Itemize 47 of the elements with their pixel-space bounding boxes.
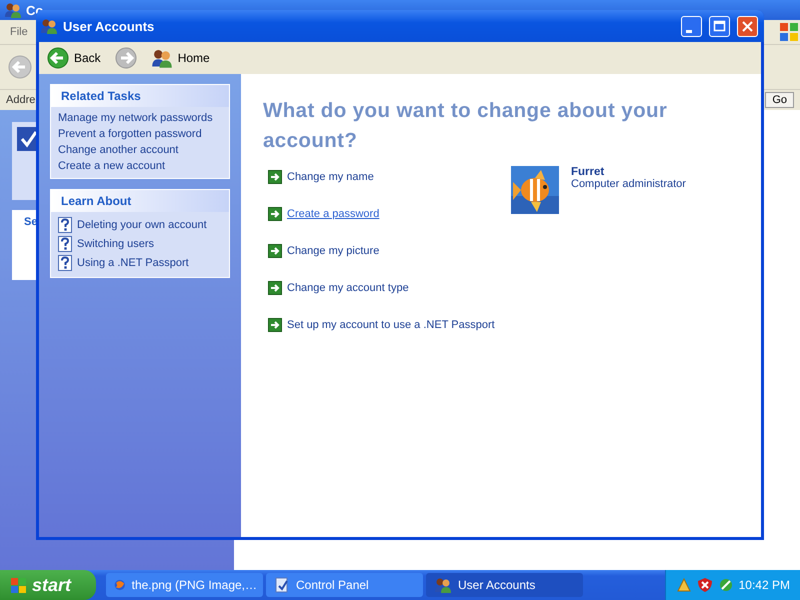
panel-link[interactable]: Prevent a forgotten password	[58, 128, 202, 140]
security-shield-icon	[696, 577, 713, 593]
panel-link[interactable]: Create a new account	[58, 160, 166, 172]
maximize-button[interactable]	[709, 16, 730, 36]
help-icon	[58, 255, 72, 271]
home-button[interactable]: Home	[146, 46, 214, 70]
browser-icon	[114, 577, 126, 593]
windows-logo-icon	[778, 21, 800, 43]
tray-icon	[676, 577, 692, 593]
task-link[interactable]: Change my name	[287, 171, 374, 183]
back-button[interactable]: Back	[43, 45, 105, 71]
taskbar-button[interactable]: the.png (PNG Image,…	[106, 573, 263, 597]
task-link[interactable]: Set up my account to use a .NET Passport	[287, 319, 495, 331]
close-icon	[740, 18, 755, 34]
arrow-icon	[268, 281, 282, 295]
users-icon	[150, 48, 173, 68]
taskbar-button[interactable]: Control Panel	[266, 573, 423, 597]
maximize-icon	[712, 18, 727, 34]
task-link[interactable]: Create a password	[287, 208, 380, 220]
minimize-icon	[686, 30, 692, 32]
arrow-icon	[268, 207, 282, 221]
go-button[interactable]: Go	[765, 92, 794, 108]
close-button[interactable]	[737, 16, 758, 36]
help-icon	[58, 236, 72, 252]
task-link[interactable]: Change my picture	[287, 245, 380, 257]
clock: 10:42 PM	[738, 578, 790, 592]
menu-item[interactable]: File	[10, 26, 28, 38]
panel-title: Related Tasks	[51, 85, 229, 107]
arrow-icon	[268, 244, 282, 258]
address-label: Addre	[6, 94, 36, 106]
panel-link[interactable]: Change another account	[58, 144, 178, 156]
page-heading: What do you want to change about your account?	[263, 98, 668, 154]
panel-title: Learn About	[51, 190, 229, 212]
help-icon	[58, 217, 72, 233]
arrow-icon	[268, 170, 282, 184]
account-name: Furret	[571, 166, 606, 178]
window-title: User Accounts	[63, 18, 154, 34]
user-accounts-icon	[40, 18, 58, 34]
panel-link[interactable]: Manage my network passwords	[58, 112, 213, 124]
windows-logo-icon	[10, 576, 27, 594]
minimize-button[interactable]	[681, 16, 702, 36]
users-icon	[434, 577, 452, 593]
taskbar-button[interactable]: User Accounts	[426, 573, 583, 597]
account-type: Computer administrator	[571, 178, 686, 190]
arrow-icon	[268, 318, 282, 332]
task-link[interactable]: Change my account type	[287, 282, 409, 294]
network-icon	[718, 577, 734, 593]
